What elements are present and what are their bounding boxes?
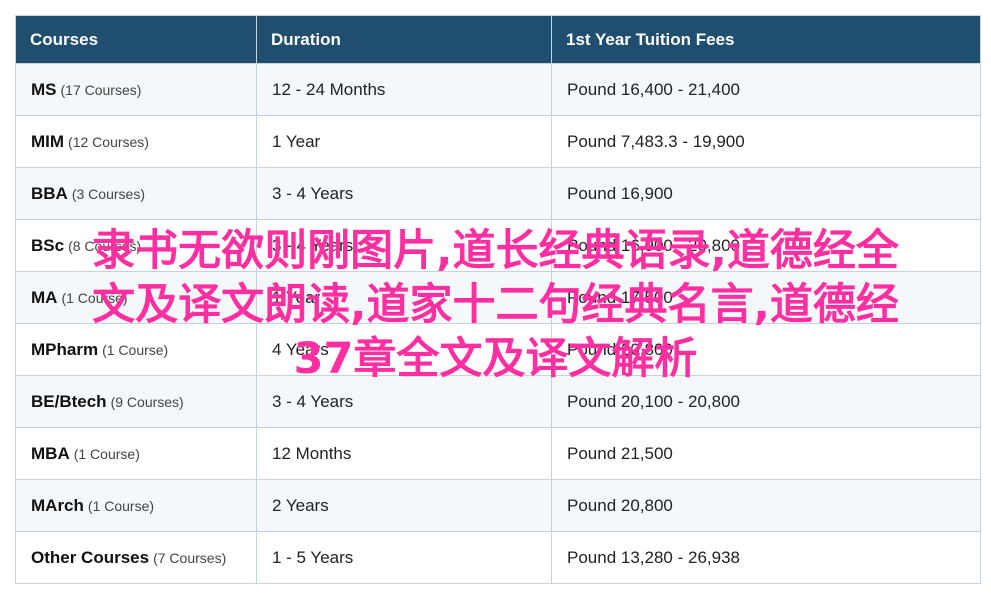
duration-cell: 4 Years bbox=[256, 323, 552, 376]
duration-cell: 1 Year bbox=[256, 115, 552, 168]
course-count: (1 Course) bbox=[61, 289, 128, 306]
course-cell: BE/Btech (9 Courses) bbox=[15, 375, 257, 428]
table-row: Other Courses (7 Courses) 1 - 5 Years Pou… bbox=[15, 531, 981, 584]
fee-cell: Pound 16,900 - 20,800 bbox=[551, 219, 981, 272]
table-row: MA (1 Course) 1 Year Pound 17,500 bbox=[15, 271, 981, 324]
table-row: MIM (12 Courses) 1 Year Pound 7,483.3 - 1… bbox=[15, 115, 981, 168]
course-count: (3 Courses) bbox=[71, 185, 145, 202]
fee-cell: Pound 13,280 - 26,938 bbox=[551, 531, 981, 584]
page: Courses Duration 1st Year Tuition Fees M… bbox=[0, 0, 991, 597]
course-count: (1 Course) bbox=[87, 497, 155, 514]
header-tuition-fees: 1st Year Tuition Fees bbox=[551, 15, 981, 64]
table-row: BBA (3 Courses) 3 - 4 Years Pound 16,900 bbox=[15, 167, 981, 220]
table-row: MBA (1 Course) 12 Months Pound 21,500 bbox=[15, 427, 981, 480]
table-row: MArch (1 Course) 2 Years Pound 20,800 bbox=[15, 479, 981, 532]
course-name: MArch bbox=[31, 495, 84, 515]
tuition-fees-table: Courses Duration 1st Year Tuition Fees M… bbox=[15, 15, 981, 584]
duration-cell: 12 - 24 Months bbox=[256, 63, 552, 116]
course-name: MS bbox=[31, 79, 57, 99]
course-cell: BSc (8 Courses) bbox=[15, 219, 257, 272]
course-name: MA bbox=[31, 287, 58, 307]
course-count: (9 Courses) bbox=[110, 393, 184, 410]
course-count: (17 Courses) bbox=[60, 81, 142, 98]
fee-cell: Pound 17,500 bbox=[551, 271, 981, 324]
fee-cell: Pound 20,100 - 20,800 bbox=[551, 375, 981, 428]
course-name: Other Courses bbox=[31, 547, 150, 567]
fee-cell: Pound 16,900 bbox=[551, 167, 981, 220]
course-count: (1 Course) bbox=[102, 341, 169, 358]
course-cell: MA (1 Course) bbox=[15, 271, 257, 324]
fee-cell: Pound 21,500 bbox=[551, 427, 981, 480]
course-name: BE/Btech bbox=[31, 391, 107, 411]
fee-cell: Pound 16,400 - 21,400 bbox=[551, 63, 981, 116]
course-cell: BBA (3 Courses) bbox=[15, 167, 257, 220]
course-cell: Other Courses (7 Courses) bbox=[15, 531, 257, 584]
table-row: BE/Btech (9 Courses) 3 - 4 Years Pound 20… bbox=[15, 375, 981, 428]
fee-cell: Pound 20,800 bbox=[551, 323, 981, 376]
course-name: BSc bbox=[31, 235, 65, 255]
duration-cell: 3 - 4 Years bbox=[256, 167, 552, 220]
duration-cell: 3 - 4 Years bbox=[256, 219, 552, 272]
course-count: (1 Course) bbox=[73, 445, 140, 462]
course-cell: MIM (12 Courses) bbox=[15, 115, 257, 168]
table-header-row: Courses Duration 1st Year Tuition Fees bbox=[15, 15, 981, 64]
table-row: BSc (8 Courses) 3 - 4 Years Pound 16,900 … bbox=[15, 219, 981, 272]
course-name: MBA bbox=[31, 443, 70, 463]
table-row: MS (17 Courses) 12 - 24 Months Pound 16,4… bbox=[15, 63, 981, 116]
duration-cell: 3 - 4 Years bbox=[256, 375, 552, 428]
course-name: MIM bbox=[31, 131, 65, 151]
duration-cell: 1 - 5 Years bbox=[256, 531, 552, 584]
course-count: (12 Courses) bbox=[68, 133, 149, 150]
course-name: MPharm bbox=[31, 339, 99, 359]
course-count: (7 Courses) bbox=[153, 549, 227, 566]
header-courses: Courses bbox=[15, 15, 257, 64]
course-cell: MArch (1 Course) bbox=[15, 479, 257, 532]
course-name: BBA bbox=[31, 183, 68, 203]
duration-cell: 2 Years bbox=[256, 479, 552, 532]
table-row: MPharm (1 Course) 4 Years Pound 20,800 bbox=[15, 323, 981, 376]
course-cell: MPharm (1 Course) bbox=[15, 323, 257, 376]
course-cell: MBA (1 Course) bbox=[15, 427, 257, 480]
fee-cell: Pound 7,483.3 - 19,900 bbox=[551, 115, 981, 168]
duration-cell: 12 Months bbox=[256, 427, 552, 480]
duration-cell: 1 Year bbox=[256, 271, 552, 324]
course-cell: MS (17 Courses) bbox=[15, 63, 257, 116]
header-duration: Duration bbox=[256, 15, 552, 64]
fee-cell: Pound 20,800 bbox=[551, 479, 981, 532]
course-count: (8 Courses) bbox=[68, 237, 142, 254]
